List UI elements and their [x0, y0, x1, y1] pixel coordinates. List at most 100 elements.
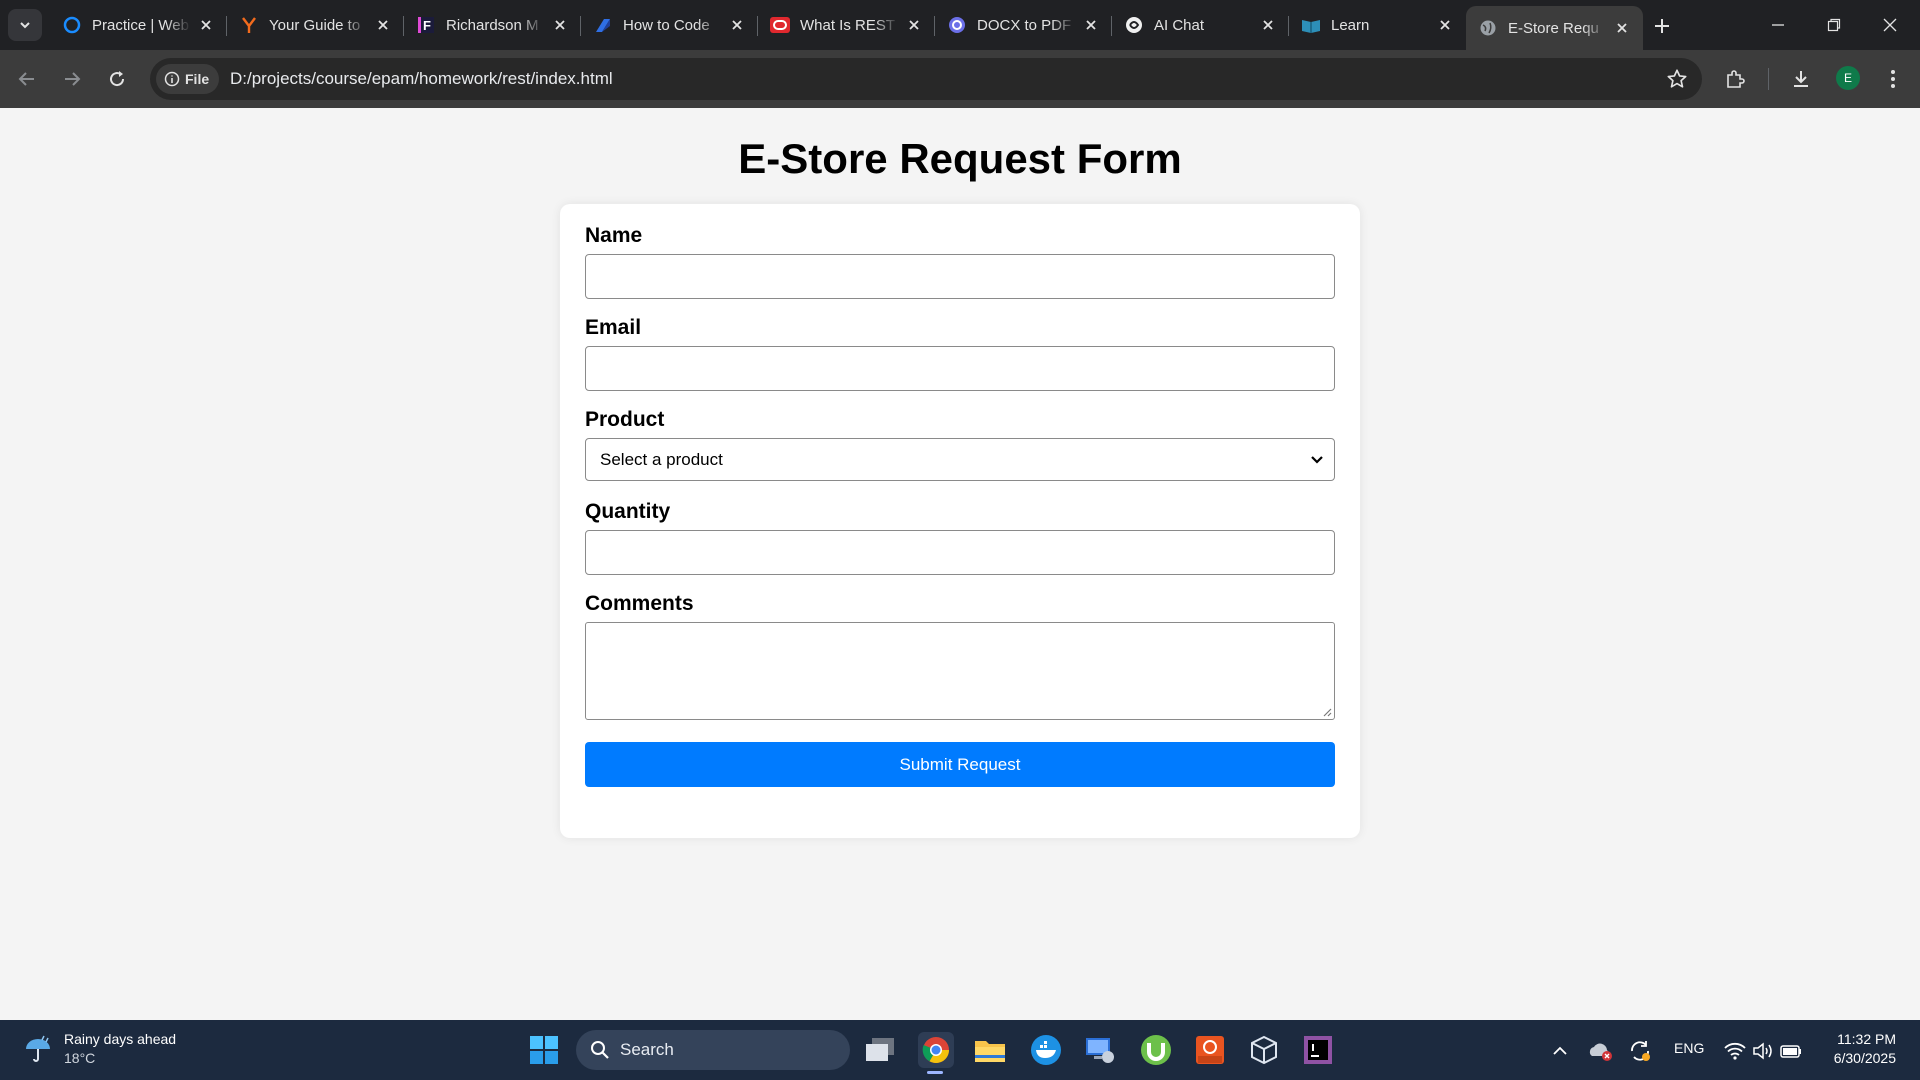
tab-practice[interactable]: Practice | Web — [50, 6, 227, 44]
close-icon[interactable] — [1082, 16, 1100, 34]
email-input[interactable] — [585, 346, 1335, 391]
sync-status-button[interactable] — [1622, 1033, 1658, 1069]
intellij-icon — [1304, 1036, 1332, 1064]
learn-book-icon — [1301, 15, 1321, 35]
svg-text:F: F — [423, 18, 431, 33]
close-icon[interactable] — [374, 16, 392, 34]
remote-desktop-button[interactable] — [1082, 1032, 1118, 1068]
tab-learn[interactable]: Learn — [1289, 6, 1466, 44]
site-info-chip[interactable]: File — [156, 64, 220, 94]
email-label: Email — [585, 316, 642, 339]
globe-icon — [1478, 18, 1498, 38]
submit-request-button[interactable]: Submit Request — [585, 742, 1335, 787]
input-language-indicator[interactable]: ENG — [1674, 1040, 1704, 1056]
tab-search-button[interactable] — [8, 9, 42, 41]
task-view-button[interactable] — [862, 1032, 898, 1068]
comments-label: Comments — [585, 592, 694, 615]
tab-title: Learn — [1331, 16, 1370, 34]
product-select[interactable]: Select a product — [585, 438, 1335, 481]
download-icon — [1794, 71, 1808, 87]
virtualbox-button[interactable] — [1246, 1032, 1282, 1068]
search-placeholder: Search — [620, 1040, 674, 1059]
close-icon[interactable] — [1613, 19, 1631, 37]
chevron-up-icon — [1553, 1046, 1567, 1055]
extensions-button[interactable] — [1718, 62, 1752, 96]
docker-button[interactable] — [1028, 1032, 1064, 1068]
chevron-down-icon — [1311, 456, 1323, 464]
weather-summary: Rainy days ahead — [64, 1031, 177, 1047]
windows-logo-icon — [530, 1036, 558, 1064]
file-explorer-button[interactable] — [972, 1032, 1008, 1068]
product-select-value: Select a product — [600, 449, 723, 469]
tab-title: What Is REST — [800, 16, 896, 34]
close-icon[interactable] — [197, 16, 215, 34]
tab-how-to-code[interactable]: How to Code — [581, 6, 758, 44]
taskbar-search[interactable]: Search — [576, 1030, 850, 1070]
restore-icon — [1827, 18, 1841, 32]
close-window-button[interactable] — [1862, 0, 1918, 50]
browser-toolbar: File D:/projects/course/epam/homework/re… — [0, 50, 1920, 108]
info-icon — [164, 71, 180, 87]
tab-what-is-rest[interactable]: What Is REST — [758, 6, 935, 44]
close-icon[interactable] — [551, 16, 569, 34]
reload-button[interactable] — [100, 62, 134, 96]
utorrent-button[interactable] — [1138, 1032, 1174, 1068]
show-hidden-icons-button[interactable] — [1542, 1033, 1578, 1069]
chrome-taskbar-button[interactable] — [918, 1032, 954, 1068]
tab-ai-chat[interactable]: AI Chat — [1112, 6, 1289, 44]
restore-button[interactable] — [1806, 0, 1862, 50]
tab-title: AI Chat — [1154, 16, 1205, 34]
sync-icon — [1631, 1041, 1650, 1061]
tab-title: Practice | Web — [92, 16, 189, 34]
tab-title: E-Store Requ — [1508, 19, 1599, 37]
resize-grip-icon[interactable] — [1322, 707, 1332, 717]
ai-swirl-icon — [1124, 15, 1144, 35]
profile-avatar[interactable]: E — [1836, 66, 1860, 90]
quantity-input[interactable] — [585, 530, 1335, 575]
weather-widget[interactable]: Rainy days ahead 18°C — [22, 1030, 176, 1068]
ubuntu-button[interactable] — [1192, 1032, 1228, 1068]
docker-icon — [1031, 1035, 1061, 1065]
system-clock[interactable]: 11:32 PM 6/30/2025 — [1834, 1030, 1896, 1068]
back-button[interactable] — [10, 62, 44, 96]
new-tab-button[interactable] — [1648, 12, 1676, 40]
browser-menu-button[interactable] — [1876, 62, 1910, 96]
task-view-icon — [866, 1038, 894, 1061]
url-text[interactable]: D:/projects/course/epam/homework/rest/in… — [230, 69, 613, 89]
clock-time: 11:32 PM — [1837, 1031, 1896, 1047]
weather-temperature: 18°C — [64, 1050, 96, 1066]
quantity-label: Quantity — [585, 500, 671, 523]
close-icon[interactable] — [905, 16, 923, 34]
search-icon — [591, 1041, 609, 1059]
forward-arrow-icon — [65, 72, 81, 86]
back-arrow-icon — [18, 72, 34, 86]
close-icon[interactable] — [728, 16, 746, 34]
address-bar[interactable]: File D:/projects/course/epam/homework/re… — [150, 58, 1702, 100]
y-logo-icon — [239, 15, 259, 35]
forward-button[interactable] — [55, 62, 89, 96]
bookmark-star-icon[interactable] — [1666, 68, 1688, 90]
virtualbox-icon — [1251, 1035, 1277, 1065]
tab-title: Richardson M — [446, 16, 539, 34]
clock-date: 6/30/2025 — [1833, 1050, 1896, 1066]
close-icon[interactable] — [1436, 16, 1454, 34]
plus-icon — [1655, 19, 1669, 33]
onedrive-status-button[interactable] — [1582, 1033, 1618, 1069]
tab-guide[interactable]: Your Guide to — [227, 6, 404, 44]
comments-textarea[interactable] — [585, 622, 1335, 720]
tab-docx-to-pdf[interactable]: DOCX to PDF — [935, 6, 1112, 44]
name-input[interactable] — [585, 254, 1335, 299]
tab-e-store-request[interactable]: E-Store Requ — [1466, 6, 1643, 50]
practice-ring-icon — [62, 15, 82, 35]
start-button[interactable] — [526, 1032, 562, 1068]
page-title: E-Store Request Form — [738, 135, 1182, 182]
battery-icon — [1780, 1045, 1801, 1058]
close-icon[interactable] — [1259, 16, 1277, 34]
request-form: Name Email Product Select a product Quan… — [560, 204, 1360, 838]
tab-richardson[interactable]: F Richardson M — [404, 6, 581, 44]
downloads-button[interactable] — [1784, 62, 1818, 96]
intellij-button[interactable] — [1300, 1032, 1336, 1068]
minimize-button[interactable] — [1750, 0, 1806, 50]
red-oracle-icon — [770, 15, 790, 35]
quick-settings-button[interactable] — [1718, 1033, 1808, 1069]
